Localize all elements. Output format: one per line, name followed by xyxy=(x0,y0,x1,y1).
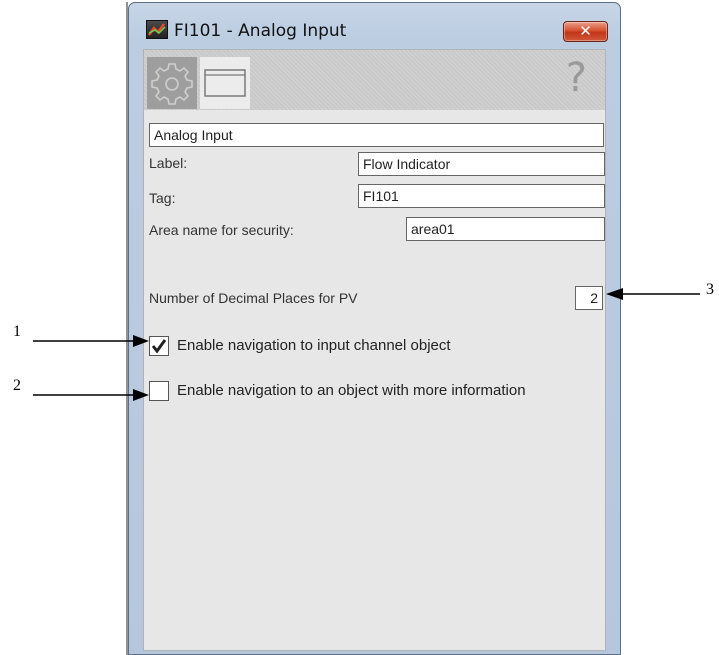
analog-input-window: FI101 - Analog Input ✕ ? Analog Input La… xyxy=(128,2,621,655)
area-caption: Area name for security: xyxy=(149,222,294,238)
toolbar: ? xyxy=(144,50,605,110)
tab-faceplate[interactable] xyxy=(200,57,250,109)
checkmark-icon xyxy=(151,339,167,354)
callout-2: 2 xyxy=(13,377,21,394)
label-caption: Label: xyxy=(149,155,188,171)
gear-icon xyxy=(151,63,193,105)
label-input[interactable]: Flow Indicator xyxy=(358,152,605,176)
nav-more-checkbox[interactable] xyxy=(149,381,169,401)
callout-arrow-2 xyxy=(33,389,149,401)
title-bar[interactable]: FI101 - Analog Input ✕ xyxy=(129,3,620,45)
window-title: FI101 - Analog Input xyxy=(174,21,347,41)
app-icon xyxy=(146,20,168,39)
nav-input-checkbox[interactable] xyxy=(149,336,169,356)
content-panel: ? Analog Input Label: Flow Indicator Tag… xyxy=(143,49,606,651)
nav-input-label[interactable]: Enable navigation to input channel objec… xyxy=(177,337,451,354)
callout-3: 3 xyxy=(706,281,714,298)
area-input[interactable]: area01 xyxy=(406,217,605,241)
window-icon xyxy=(204,69,246,97)
tag-caption: Tag: xyxy=(149,190,176,206)
nav-more-label[interactable]: Enable navigation to an object with more… xyxy=(177,382,526,399)
callout-arrow-1 xyxy=(33,335,149,347)
decimals-input[interactable]: 2 xyxy=(575,286,603,310)
help-icon[interactable]: ? xyxy=(566,55,587,101)
close-button[interactable]: ✕ xyxy=(563,21,608,42)
callout-1: 1 xyxy=(13,323,21,340)
tag-input[interactable]: FI101 xyxy=(358,184,605,208)
callout-arrow-3 xyxy=(606,288,700,300)
tab-settings[interactable] xyxy=(147,57,197,109)
close-icon: ✕ xyxy=(579,23,592,40)
decimals-caption: Number of Decimal Places for PV xyxy=(149,290,358,306)
description-input[interactable]: Analog Input xyxy=(149,123,604,147)
